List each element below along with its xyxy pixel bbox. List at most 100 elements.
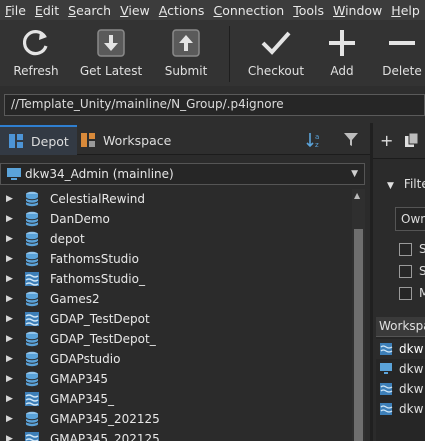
tab-depot-label: Depot xyxy=(31,133,69,149)
expand-arrow-icon[interactable]: ▶ xyxy=(6,214,16,224)
menu-tools[interactable]: Tools xyxy=(288,3,328,18)
toolbar: Refresh Get Latest Submit Checkout Add D… xyxy=(0,20,425,86)
tree-row[interactable]: ▶ GMAP345_202125 xyxy=(0,409,352,429)
expand-arrow-icon[interactable]: ▶ xyxy=(6,294,16,304)
scrollbar-thumb[interactable] xyxy=(354,229,363,441)
tree-row[interactable]: ▶ DanDemo xyxy=(0,209,352,229)
path-input[interactable]: //Template_Unity/mainline/N_Group/.p4ign… xyxy=(4,94,425,116)
scroll-up-icon[interactable]: ▲ xyxy=(354,191,360,200)
workspace-selector[interactable]: dkw34_Admin (mainline) ▼ xyxy=(0,163,365,185)
tree-row[interactable]: ▶ Games2 xyxy=(0,289,352,309)
tree-item-label: depot xyxy=(50,232,85,246)
tree-row[interactable]: ▶ GMAP345_202125 xyxy=(0,429,352,441)
tree-row[interactable]: ▶ GDAP_TestDepot_ xyxy=(0,329,352,349)
expand-arrow-icon[interactable]: ▶ xyxy=(6,374,16,384)
menu-file[interactable]: File xyxy=(0,3,30,18)
checkbox-box[interactable] xyxy=(399,264,412,278)
expand-arrow-icon[interactable]: ▶ xyxy=(6,354,16,364)
menu-edit-mnemonic: E xyxy=(34,2,43,18)
grid-row[interactable]: dkw xyxy=(376,339,425,359)
right-panel-body: ▼ Filte Owne S S M Workspa dkw dkw dkw dk… xyxy=(373,159,425,441)
tab-workspace[interactable]: Workspace xyxy=(72,125,179,155)
delete-label: Delete xyxy=(382,64,422,78)
tree-item-label: GMAP345_202125 xyxy=(50,412,160,426)
grid-row-label: dkw xyxy=(399,342,424,356)
submit-button[interactable]: Submit xyxy=(158,26,214,82)
tree-scrollbar[interactable]: ▲ xyxy=(352,189,365,441)
tree-row[interactable]: ▶ GMAP345_ xyxy=(0,389,352,409)
checkout-button[interactable]: Checkout xyxy=(246,26,306,82)
tree-row[interactable]: ▶ FathomsStudio xyxy=(0,249,352,269)
delete-button[interactable]: Delete xyxy=(380,26,424,82)
tree-row[interactable]: ▶ GDAP_TestDepot xyxy=(0,309,352,329)
menu-help[interactable]: Help xyxy=(386,3,424,18)
tab-depot[interactable]: Depot xyxy=(0,125,77,155)
menu-edit-label: dit xyxy=(42,2,60,18)
menu-window-mnemonic: W xyxy=(332,2,346,18)
expand-arrow-icon[interactable]: ▶ xyxy=(6,194,16,204)
filter-section-header[interactable]: ▼ Filte xyxy=(387,177,425,191)
tree-row[interactable]: ▶ GDAPstudio xyxy=(0,349,352,369)
tree-row[interactable]: ▶ CelestialRewind xyxy=(0,189,352,209)
checkbox-label: S xyxy=(419,264,425,278)
get-latest-label: Get Latest xyxy=(79,64,143,78)
refresh-button[interactable]: Refresh xyxy=(8,26,64,82)
monitor-icon xyxy=(379,362,393,376)
checkbox-box[interactable] xyxy=(399,242,412,256)
get-latest-button[interactable]: Get Latest xyxy=(80,26,142,82)
workspace-icon xyxy=(6,167,22,184)
depot-tab-icon xyxy=(8,133,24,149)
depot-db-icon xyxy=(24,231,40,247)
depot-db-icon xyxy=(24,371,40,387)
filter-icon[interactable] xyxy=(343,131,359,150)
minus-icon xyxy=(385,26,419,60)
tree-row[interactable]: ▶ FathomsStudio_ xyxy=(0,269,352,289)
depot-db-icon xyxy=(24,411,40,427)
expand-arrow-icon[interactable]: ▶ xyxy=(6,274,16,284)
expand-arrow-icon[interactable]: ▶ xyxy=(6,394,16,404)
tree-item-label: FathomsStudio xyxy=(50,252,139,266)
menu-window[interactable]: Window xyxy=(328,3,386,18)
menu-connection-label: onnection xyxy=(222,2,285,18)
filter-checkbox[interactable]: S xyxy=(399,263,425,279)
add-button[interactable]: Add xyxy=(322,26,362,82)
expand-arrow-icon[interactable]: ▶ xyxy=(6,414,16,424)
filter-checkbox[interactable]: M xyxy=(399,285,425,301)
depot-tree: ▶ CelestialRewind ▶ DanDemo ▶ depot ▶ Fathom… xyxy=(0,189,352,441)
workspace-icon xyxy=(379,342,393,356)
stream-depot-icon xyxy=(24,311,40,327)
plus-icon[interactable]: + xyxy=(380,131,393,150)
tree-row[interactable]: ▶ depot xyxy=(0,229,352,249)
grid-row[interactable]: dkw xyxy=(376,359,425,379)
expand-arrow-icon[interactable]: ▶ xyxy=(6,234,16,244)
expand-arrow-icon[interactable]: ▶ xyxy=(6,254,16,264)
tree-row[interactable]: ▶ GMAP345 xyxy=(0,369,352,389)
menu-search-mnemonic: S xyxy=(68,2,77,18)
menu-connection[interactable]: Connection xyxy=(208,3,288,18)
expand-arrow-icon[interactable]: ▶ xyxy=(6,314,16,324)
grid-row-label: dkw xyxy=(399,402,424,416)
expand-arrow-icon[interactable]: ▶ xyxy=(6,334,16,344)
sort-icon[interactable]: az xyxy=(306,131,324,152)
refresh-label: Refresh xyxy=(13,64,59,78)
checkbox-box[interactable] xyxy=(399,286,412,300)
menu-edit[interactable]: Edit xyxy=(30,3,63,18)
stream-depot-icon xyxy=(24,271,40,287)
grid-row[interactable]: dkw xyxy=(376,399,425,419)
refresh-icon xyxy=(19,26,53,60)
menu-search[interactable]: Search xyxy=(63,3,115,18)
depot-db-icon xyxy=(24,251,40,267)
right-panel-toolbar: + xyxy=(373,123,425,159)
menu-actions[interactable]: Actions xyxy=(154,3,209,18)
menu-view[interactable]: View xyxy=(115,3,154,18)
grid-header[interactable]: Workspa xyxy=(376,317,425,337)
menu-search-label: earch xyxy=(76,2,112,18)
depot-db-icon xyxy=(24,291,40,307)
owner-field[interactable]: Owne xyxy=(395,207,425,231)
copy-icon[interactable] xyxy=(404,132,420,151)
workspace-selector-label: dkw34_Admin (mainline) xyxy=(25,167,174,181)
filter-checkbox[interactable]: S xyxy=(399,241,425,257)
grid-row[interactable]: dkw xyxy=(376,379,425,399)
expand-arrow-icon[interactable]: ▶ xyxy=(6,434,16,441)
svg-text:a: a xyxy=(315,133,319,141)
